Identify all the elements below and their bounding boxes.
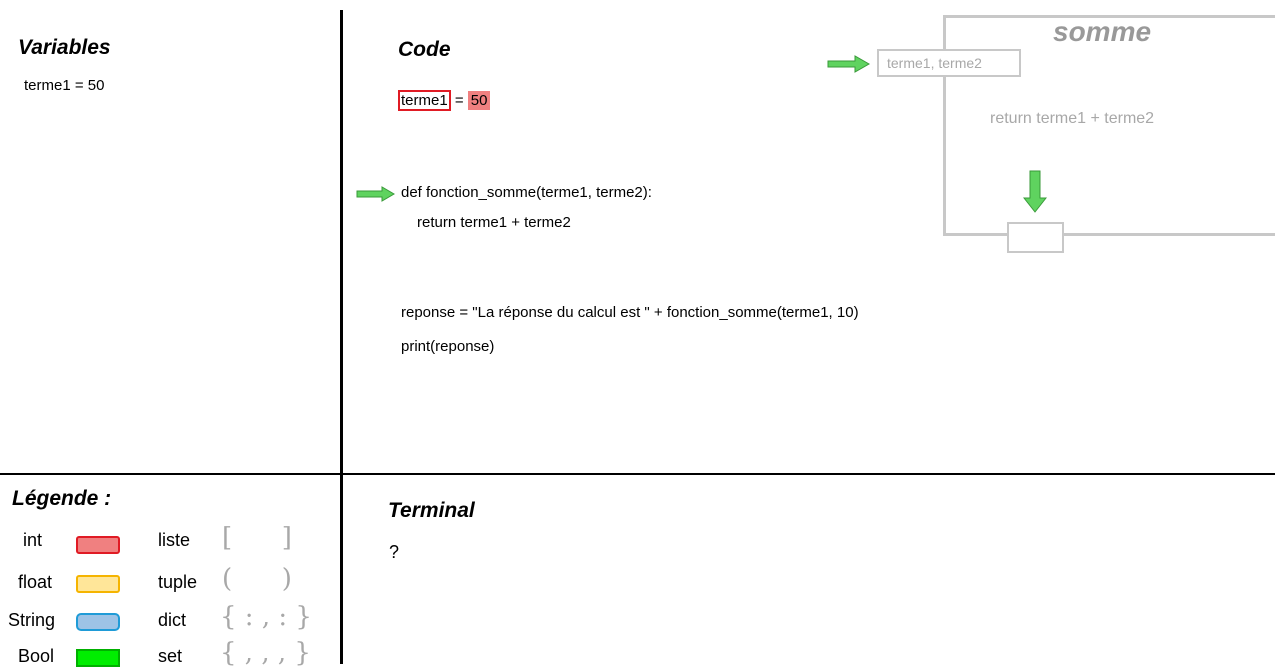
legend-float-swatch xyxy=(76,575,120,593)
legend-liste-symbol: [ ] xyxy=(222,523,292,553)
legend-string-swatch xyxy=(76,613,120,631)
horizontal-divider xyxy=(0,473,1275,475)
return-arrow-icon xyxy=(1023,170,1047,213)
execution-arrow-icon xyxy=(356,186,395,202)
terminal-output: ? xyxy=(389,542,400,562)
legend-string-label: String xyxy=(8,610,56,630)
reponse-line: reponse = "La réponse du calcul est " + … xyxy=(401,304,859,321)
legend-int-label: int xyxy=(23,530,43,550)
terminal-title: Terminal xyxy=(388,499,475,522)
def-line: def fonction_somme(terme1, terme2): xyxy=(401,184,652,201)
variables-title: Variables xyxy=(18,36,111,59)
legend-tuple-symbol: ( ) xyxy=(222,564,292,594)
code-title: Code xyxy=(398,38,451,61)
legend-dict-label: dict xyxy=(158,610,187,630)
assign-operator: = xyxy=(450,92,468,109)
assignment-line: terme1 = 50 xyxy=(398,90,491,111)
legend-tuple-label: tuple xyxy=(158,572,198,592)
legend-int-swatch xyxy=(76,536,120,554)
legend-title: Légende : xyxy=(12,487,112,510)
legend-float-label: float xyxy=(18,572,53,592)
variable-terme1: terme1 = 50 xyxy=(24,77,105,94)
function-params: terme1, terme2 xyxy=(877,49,1021,77)
params-arrow-icon xyxy=(827,55,871,73)
vertical-divider xyxy=(340,10,343,664)
variable-token: terme1 xyxy=(398,90,451,111)
function-body: return terme1 + terme2 xyxy=(990,110,1155,127)
function-name: somme xyxy=(1053,16,1152,47)
legend-bool-swatch xyxy=(76,649,120,667)
return-value-box xyxy=(1007,222,1064,253)
return-line: return terme1 + terme2 xyxy=(417,214,571,231)
legend-dict-symbol: { : , : } xyxy=(220,602,312,632)
legend-liste-label: liste xyxy=(158,530,191,550)
print-line: print(reponse) xyxy=(401,338,495,355)
int-token: 50 xyxy=(467,91,491,110)
